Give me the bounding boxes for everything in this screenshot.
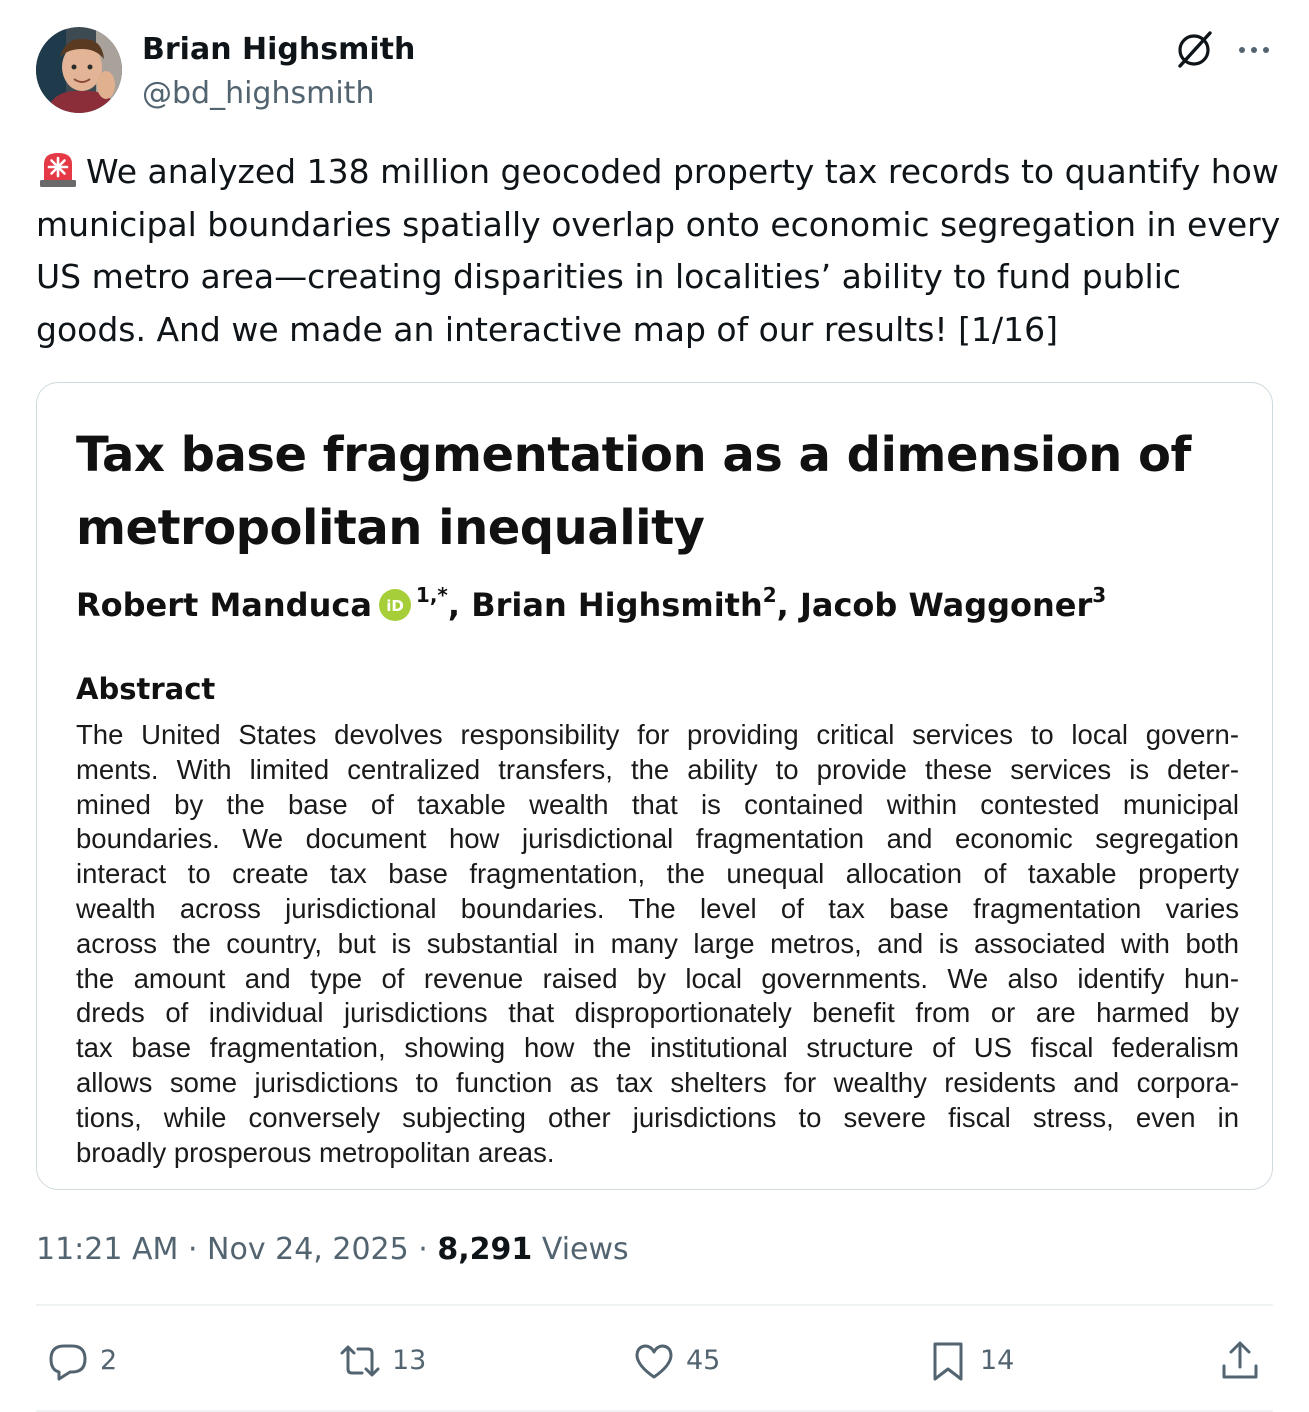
divider <box>36 1410 1273 1412</box>
reply-button[interactable]: 2 <box>46 1338 117 1384</box>
paper-title-line: metropolitan inequality <box>76 500 705 556</box>
abstract-line: tax base fragmentation, showing how the … <box>76 1032 1239 1064</box>
abstract-line: interact to create tax base fragmentatio… <box>76 858 1239 890</box>
abstract-line: mined by the base of taxable wealth that… <box>76 788 1239 820</box>
repost-count: 13 <box>392 1345 427 1376</box>
bookmark-button[interactable]: 14 <box>926 1338 1014 1384</box>
tweet-text: We analyzed 138 million geocoded propert… <box>36 146 1281 356</box>
abstract-line: dreds of individual jurisdictions that d… <box>76 997 1239 1029</box>
abstract-line: wealth across jurisdictional boundaries.… <box>76 892 1239 924</box>
author-separator: , <box>447 586 461 624</box>
author-display-name[interactable]: Brian Highsmith <box>142 30 415 70</box>
svg-text:iD: iD <box>386 597 404 615</box>
abstract-line: the amount and type of revenue raised by… <box>76 962 1239 994</box>
repost-icon <box>340 1345 380 1377</box>
abstract-line: ments. With limited centralized transfer… <box>76 753 1239 785</box>
abstract-line: boundaries. We document how jurisdiction… <box>76 823 1239 855</box>
tweet-time[interactable]: 11:21 AM <box>36 1232 178 1267</box>
like-count: 45 <box>686 1345 721 1376</box>
author-affiliation: 3 <box>1092 583 1107 607</box>
abstract-heading: Abstract <box>76 672 216 706</box>
author-name: Jacob Waggoner <box>799 586 1093 624</box>
avatar[interactable] <box>36 27 122 113</box>
like-button[interactable]: 45 <box>632 1338 720 1384</box>
author-affiliation: 1,* <box>415 583 448 607</box>
meta-separator: · <box>187 1232 198 1267</box>
abstract-line: The United States devolves responsibilit… <box>76 719 1239 750</box>
bookmark-count: 14 <box>980 1345 1015 1376</box>
abstract-line: tions, while conversely subjecting other… <box>76 1101 1239 1133</box>
abstract-body: The United States devolves responsibilit… <box>76 718 1239 1170</box>
share-icon <box>1222 1341 1258 1379</box>
abstract-line: across the country, but is substantial i… <box>76 927 1239 959</box>
reply-icon <box>49 1344 87 1381</box>
tweet-meta: 11:21 AM · Nov 24, 2025 · 8,291 Views <box>36 1228 629 1272</box>
tweet-body: We analyzed 138 million geocoded propert… <box>36 152 1281 349</box>
paper-title-line: Tax base fragmentation as a dimension of <box>76 427 1191 483</box>
share-button[interactable] <box>1218 1338 1262 1384</box>
avatar-image <box>36 27 122 113</box>
author-handle[interactable]: @bd_highsmith <box>142 74 374 114</box>
author-name: Robert Manduca <box>76 586 372 624</box>
heart-icon <box>635 1344 673 1379</box>
views-count: 8,291 <box>437 1232 533 1267</box>
paper-authors: Robert Manduca iD 1,*, Brian Highsmith2, J… <box>76 583 1246 627</box>
orcid-icon: iD <box>378 588 412 622</box>
author-affiliation: 2 <box>762 583 777 607</box>
abstract-line: broadly prosperous metropolitan areas. <box>76 1136 555 1168</box>
abstract-line: allows some jurisdictions to function as… <box>76 1066 1239 1098</box>
reply-count: 2 <box>100 1345 118 1376</box>
bookmark-icon <box>933 1342 963 1381</box>
repost-button[interactable]: 13 <box>338 1338 426 1384</box>
tweet-date[interactable]: Nov 24, 2025 <box>207 1232 409 1267</box>
meta-separator: · <box>418 1232 428 1267</box>
grok-icon[interactable] <box>1172 28 1216 72</box>
divider <box>36 1304 1273 1306</box>
author-separator: , <box>776 586 789 624</box>
attached-image[interactable]: Tax base fragmentation as a dimension of… <box>36 382 1273 1190</box>
views-label: Views <box>541 1232 629 1267</box>
siren-icon <box>36 150 80 188</box>
paper-title: Tax base fragmentation as a dimension of… <box>76 419 1246 565</box>
author-name: Brian Highsmith <box>471 586 763 624</box>
more-icon[interactable] <box>1234 30 1274 70</box>
